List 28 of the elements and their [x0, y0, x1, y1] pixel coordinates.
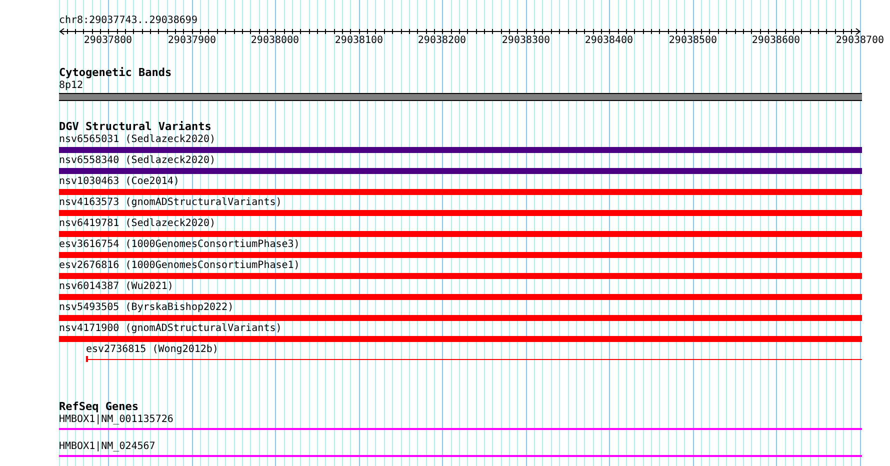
feature-label: nsv5493505 (ByrskaBishop2022) [59, 302, 234, 314]
tick-label: 29038100 [334, 35, 384, 46]
tick-label: 29038200 [418, 35, 466, 46]
location-label: chr8:29037743..29038699 [59, 14, 198, 27]
tick-label: 29038400 [584, 35, 634, 46]
feature-label: 8p12 [59, 80, 84, 92]
tick-label: 29038300 [502, 35, 550, 46]
feature-label: nsv4171900 (gnomADStructuralVariants) [59, 323, 282, 335]
feature-label: nsv6558340 (Sedlazeck2020) [59, 155, 216, 167]
feature-label: nsv6014387 (Wu2021) [59, 281, 174, 293]
track-title: RefSeq Genes [59, 401, 138, 413]
feature-label: nsv6565031 (Sedlazeck2020) [59, 134, 216, 146]
tick-label: 29037800 [84, 35, 132, 46]
feature-label: HMBOX1|NM_024567 [59, 441, 156, 453]
feature-label: esv2736815 (Wong2012b) [86, 344, 218, 356]
feature-label: HMBOX1|NM_001135726 [59, 414, 174, 426]
feature-label: nsv1030463 (Coe2014) [59, 176, 180, 188]
tick-label: 29037900 [168, 35, 216, 46]
tick-label: 29038500 [668, 35, 718, 46]
track-title: DGV Structural Variants [59, 121, 212, 133]
feature-label: esv3616754 (1000GenomesConsortiumPhase3) [59, 239, 300, 251]
tick-label: 29038600 [752, 35, 800, 46]
track-title: Cytogenetic Bands [59, 67, 172, 79]
tick-label: 29038700 [836, 35, 884, 46]
feature-label: nsv4163573 (gnomADStructuralVariants) [59, 197, 282, 209]
feature-label: esv2676816 (1000GenomesConsortiumPhase1) [59, 260, 300, 272]
tick-label: 29038000 [250, 35, 300, 46]
feature-label: nsv6419781 (Sedlazeck2020) [59, 218, 216, 230]
